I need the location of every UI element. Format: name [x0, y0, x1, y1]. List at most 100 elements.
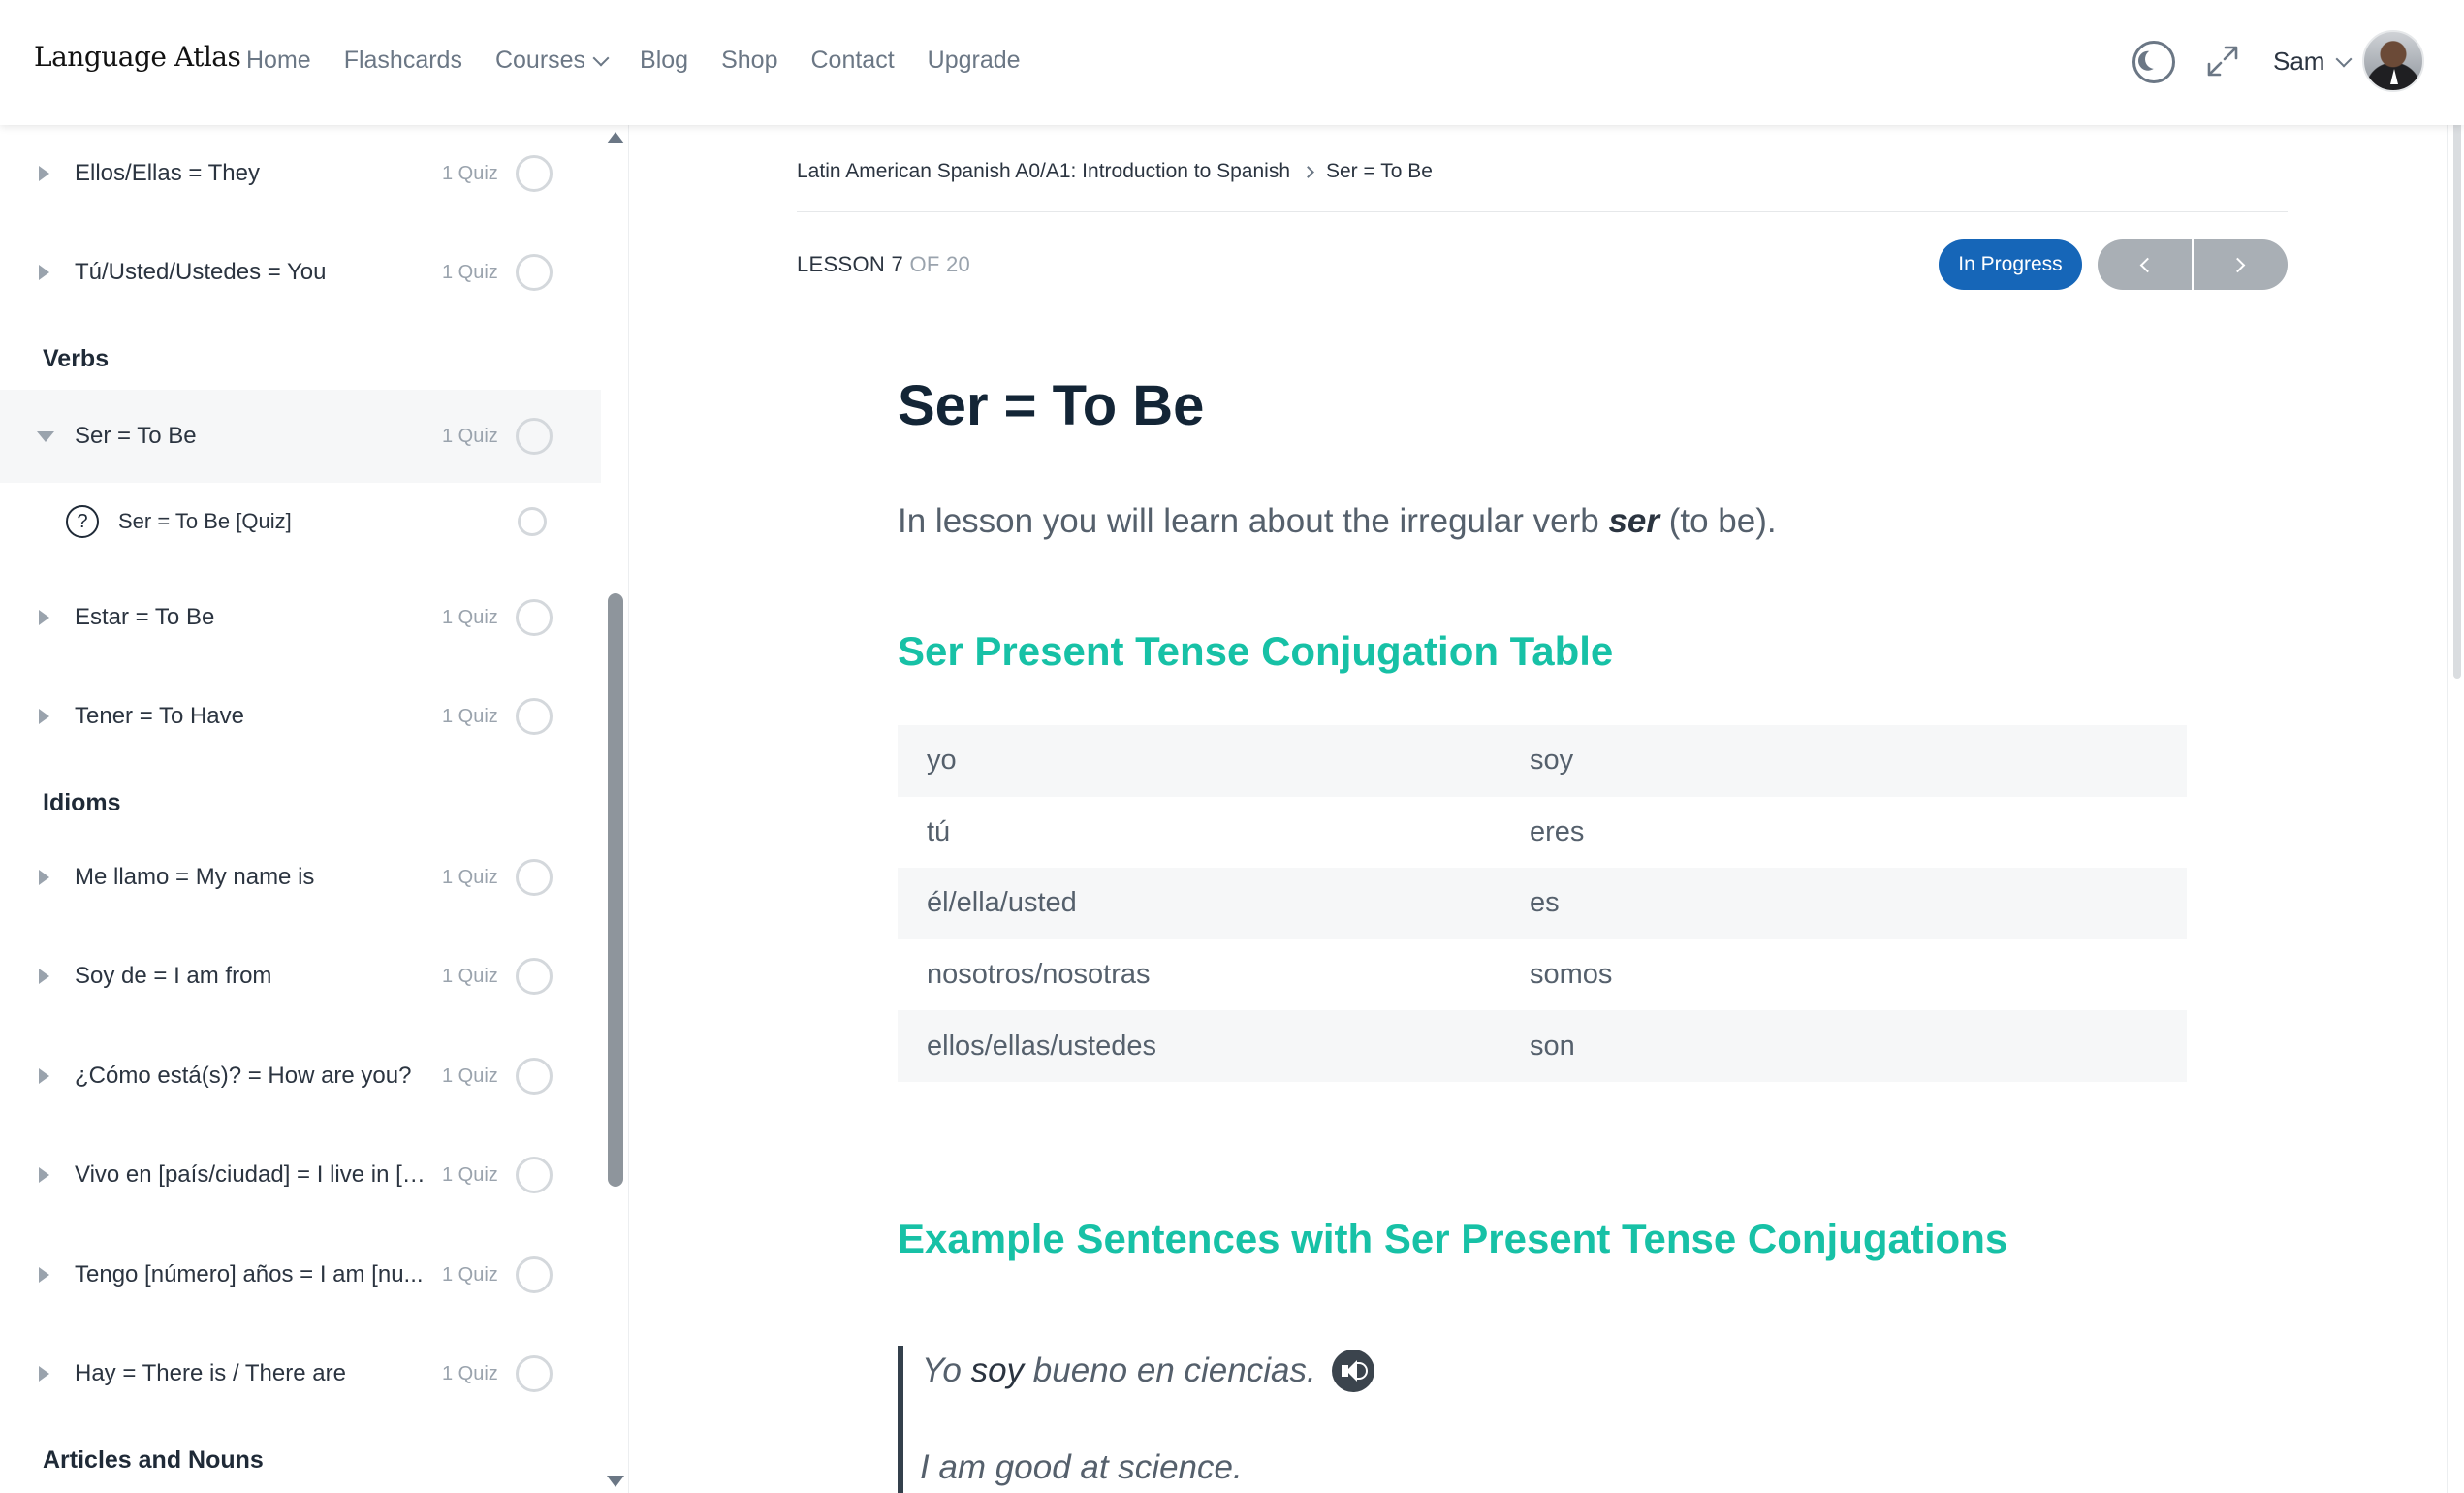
example-pre: Yo	[922, 1351, 971, 1389]
sidebar-item-ellos[interactable]: Ellos/Ellas = They 1 Quiz	[0, 127, 601, 220]
nav-upgrade[interactable]: Upgrade	[928, 47, 1021, 75]
nav-flashcards[interactable]: Flashcards	[344, 47, 462, 75]
conjugation-table-heading: Ser Present Tense Conjugation Table	[898, 628, 1614, 674]
table-row: tú eres	[898, 797, 2187, 869]
example-text: Yo soy bueno en ciencias.	[922, 1351, 1316, 1390]
sidebar-item-soy-de[interactable]: Soy de = I am from 1 Quiz	[0, 930, 601, 1023]
progress-circle-icon	[518, 507, 547, 536]
pronoun-cell: él/ella/usted	[927, 887, 1077, 919]
sidebar-scroll-thumb[interactable]	[608, 593, 623, 1187]
scroll-up-arrow-icon[interactable]	[607, 132, 624, 143]
quiz-count: 1 Quiz	[442, 606, 498, 628]
quiz-count: 1 Quiz	[442, 866, 498, 888]
sidebar-item-label: Estar = To Be	[75, 604, 215, 630]
section-heading-articles-nouns: Articles and Nouns	[43, 1446, 264, 1474]
lesson-total: OF 20	[909, 252, 971, 276]
previous-lesson-button[interactable]	[2098, 239, 2192, 290]
table-row: yo soy	[898, 725, 2187, 797]
sidebar-item-vivo-en[interactable]: Vivo en [país/ciudad] = I live in [c... …	[0, 1128, 601, 1222]
avatar[interactable]	[2362, 30, 2424, 92]
page-title: Ser = To Be	[898, 374, 1205, 437]
sidebar-item-label: Tú/Usted/Ustedes = You	[75, 259, 327, 285]
expand-triangle-icon	[39, 1167, 49, 1183]
chevron-right-icon	[1302, 165, 1314, 178]
expand-triangle-icon	[39, 1267, 49, 1283]
status-in-progress-button[interactable]: In Progress	[1939, 239, 2082, 290]
dark-mode-toggle-icon[interactable]	[2132, 41, 2175, 83]
quiz-count: 1 Quiz	[442, 261, 498, 283]
sidebar-item-label: Ser = To Be	[75, 423, 197, 449]
expand-triangle-icon	[39, 610, 49, 625]
lesson-intro: In lesson you will learn about the irreg…	[898, 502, 1777, 541]
intro-text-end: (to be).	[1659, 502, 1777, 540]
user-menu[interactable]: Sam	[2273, 47, 2353, 77]
conjugation-table: yo soy tú eres él/ella/usted es nosotros/no…	[898, 725, 2187, 1082]
quiz-count: 1 Quiz	[442, 1263, 498, 1286]
sidebar-item-label: Hay = There is / There are	[75, 1360, 346, 1386]
progress-circle-icon	[516, 958, 553, 995]
chevron-right-icon	[2229, 257, 2246, 272]
pronoun-cell: yo	[927, 745, 957, 777]
user-name: Sam	[2273, 47, 2325, 76]
sidebar-subitem-ser-quiz[interactable]: ? Ser = To Be [Quiz]	[0, 480, 601, 563]
breadcrumb-course-link[interactable]: Latin American Spanish A0/A1: Introducti…	[797, 160, 1290, 183]
sidebar-item-como-estas[interactable]: ¿Cómo está(s)? = How are you? 1 Quiz	[0, 1030, 601, 1123]
expand-triangle-icon	[39, 166, 49, 181]
sidebar-item-label: ¿Cómo está(s)? = How are you?	[75, 1063, 412, 1089]
sound-wave-icon	[1355, 1362, 1368, 1380]
form-cell: es	[1530, 887, 1560, 919]
pronoun-cell: tú	[927, 815, 951, 847]
example-translation: I am good at science.	[920, 1448, 1243, 1486]
play-audio-icon[interactable]	[1331, 1350, 1374, 1392]
expand-triangle-icon	[39, 969, 49, 984]
progress-circle-icon	[516, 254, 553, 291]
lesson-counter: LESSON 7 OF 20	[797, 252, 970, 277]
nav-blog[interactable]: Blog	[640, 47, 688, 75]
expand-triangle-icon	[39, 1068, 49, 1084]
example-post: bueno en ciencias.	[1024, 1351, 1316, 1389]
breadcrumb: Latin American Spanish A0/A1: Introducti…	[797, 160, 1433, 183]
example-verb: soy	[970, 1351, 1025, 1389]
chevron-left-icon	[2139, 257, 2156, 272]
chevron-down-icon	[592, 49, 610, 66]
form-cell: somos	[1530, 959, 1613, 991]
sidebar-item-label: Tener = To Have	[75, 703, 244, 729]
form-cell: soy	[1530, 745, 1574, 777]
quiz-count: 1 Quiz	[442, 1163, 498, 1186]
next-lesson-button[interactable]	[2194, 239, 2288, 290]
lesson-number: LESSON 7	[797, 252, 904, 276]
sidebar-item-label: Me llamo = My name is	[75, 864, 315, 890]
progress-circle-icon	[516, 1058, 553, 1095]
nav-courses-label: Courses	[494, 47, 586, 74]
sidebar-item-ser[interactable]: Ser = To Be 1 Quiz	[0, 390, 601, 483]
sidebar-item-label: Soy de = I am from	[75, 963, 272, 989]
sidebar-item-label: Vivo en [país/ciudad] = I live in [c...	[75, 1161, 426, 1188]
quiz-count: 1 Quiz	[442, 425, 498, 447]
form-cell: eres	[1530, 815, 1585, 847]
sidebar-item-tu[interactable]: Tú/Usted/Ustedes = You 1 Quiz	[0, 226, 601, 319]
nav-contact[interactable]: Contact	[810, 47, 894, 75]
example-sentence: Yo soy bueno en ciencias.	[922, 1350, 1374, 1392]
progress-circle-icon	[516, 1256, 553, 1293]
sidebar-item-estar[interactable]: Estar = To Be 1 Quiz	[0, 571, 601, 664]
fullscreen-icon[interactable]	[2205, 44, 2240, 79]
nav-home[interactable]: Home	[246, 47, 311, 75]
progress-circle-icon	[516, 698, 553, 735]
sidebar-item-tener[interactable]: Tener = To Have 1 Quiz	[0, 670, 601, 763]
chevron-down-icon	[2335, 50, 2353, 67]
sidebar-item-label: Ellos/Ellas = They	[75, 160, 260, 186]
sidebar-item-hay[interactable]: Hay = There is / There are 1 Quiz	[0, 1327, 601, 1420]
nav-shop[interactable]: Shop	[721, 47, 777, 75]
sidebar-item-me-llamo[interactable]: Me llamo = My name is 1 Quiz	[0, 831, 601, 924]
expand-triangle-icon	[39, 870, 49, 885]
sidebar-item-tengo-anos[interactable]: Tengo [número] años = I am [nu... 1 Quiz	[0, 1228, 601, 1321]
site-logo[interactable]: Language Atlas	[34, 41, 241, 73]
progress-circle-icon	[516, 1157, 553, 1193]
breadcrumb-current[interactable]: Ser = To Be	[1326, 160, 1433, 183]
quiz-count: 1 Quiz	[442, 705, 498, 727]
nav-courses[interactable]: Courses	[494, 47, 610, 75]
progress-circle-icon	[516, 859, 553, 896]
quiz-count: 1 Quiz	[442, 162, 498, 184]
scroll-down-arrow-icon[interactable]	[607, 1476, 624, 1487]
sidebar-item-label: Tengo [número] años = I am [nu...	[75, 1261, 424, 1287]
